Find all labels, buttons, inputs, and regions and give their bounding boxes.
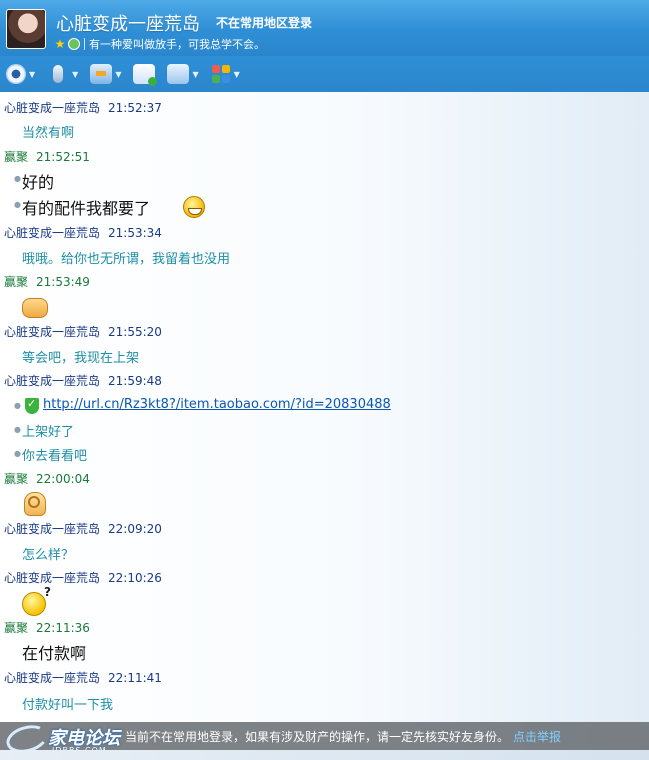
sender-name: 心脏变成一座荒岛 <box>4 571 101 585</box>
sender-name: 心脏变成一座荒岛 <box>4 374 101 388</box>
bullet-icon: ● <box>14 425 21 434</box>
apps-button[interactable]: ▼ <box>211 62 240 86</box>
grin-emoji <box>183 196 205 218</box>
message-time: 21:53:49 <box>36 275 90 289</box>
message-text: 当然有啊 <box>22 126 75 141</box>
chat-toolbar: ▼ ▼ ▼ ▼ ▼ <box>0 56 649 92</box>
message-header: 心脏变成一座荒岛 22:11:41 <box>4 669 162 686</box>
chevron-down-icon[interactable]: ▼ <box>29 70 35 79</box>
message-link[interactable]: http://url.cn/Rz3kt8?/item.taobao.com/?i… <box>43 397 391 412</box>
bullet-icon: ● <box>14 401 21 410</box>
apps-icon <box>211 64 231 84</box>
sender-name: 赢聚 <box>4 150 29 164</box>
message-time: 22:09:20 <box>108 522 162 536</box>
message-text: 好的 <box>22 173 55 192</box>
report-link[interactable]: 点击举报 <box>513 728 561 745</box>
voice-call-button[interactable]: ▼ <box>47 62 78 86</box>
video-camera-icon <box>6 64 26 84</box>
security-notice-text: 当前不在常用地登录，如果有涉及财产的操作，请一定先核实好友身份。 <box>125 729 510 744</box>
message-header: 心脏变成一座荒岛 21:55:20 <box>4 323 162 340</box>
contact-avatar[interactable] <box>6 9 46 49</box>
sender-name: 心脏变成一座荒岛 <box>4 101 101 115</box>
chevron-down-icon[interactable]: ▼ <box>192 70 198 79</box>
status-row: ★ 有一种爱叫做放手，可我总学不会。 <box>54 36 265 52</box>
sender-name: 赢聚 <box>4 472 29 486</box>
sender-name: 赢聚 <box>4 621 29 635</box>
message-text: 上架好了 <box>22 425 75 440</box>
message-header: 心脏变成一座荒岛 21:59:48 <box>4 372 162 389</box>
shield-icon <box>25 397 39 414</box>
message-header: 心脏变成一座荒岛 21:52:37 <box>4 99 162 116</box>
chat-history[interactable]: 心脏变成一座荒岛 21:52:37 当然有啊 赢聚 21:52:51 ● 好的 ● … <box>0 92 649 760</box>
contact-signature: 有一种爱叫做放手，可我总学不会。 <box>89 38 265 51</box>
screen-share-icon <box>167 64 190 84</box>
new-message-button[interactable] <box>133 62 158 86</box>
bullet-icon: ● <box>14 174 21 183</box>
thinking-emoji <box>22 585 51 616</box>
message-time: 21:53:34 <box>108 226 162 240</box>
chevron-down-icon[interactable]: ▼ <box>72 70 78 79</box>
screen-share-button[interactable]: ▼ <box>167 62 199 86</box>
bottom-strip <box>0 750 649 760</box>
handshake-emoji <box>22 298 48 318</box>
microphone-icon <box>53 65 64 83</box>
login-location-warning: 不在常用地区登录 <box>216 16 313 30</box>
message-text: 等会吧，我现在上架 <box>22 351 140 366</box>
chevron-down-icon[interactable]: ▼ <box>234 70 240 79</box>
message-header: 赢聚 21:52:51 <box>4 148 90 165</box>
message-header: 心脏变成一座荒岛 22:09:20 <box>4 520 162 537</box>
sender-name: 心脏变成一座荒岛 <box>4 522 101 536</box>
file-transfer-button[interactable]: ▼ <box>90 62 121 86</box>
new-message-icon <box>133 64 158 86</box>
message-header: 赢聚 22:11:36 <box>4 619 90 636</box>
message-time: 21:52:51 <box>36 150 90 164</box>
divider <box>84 38 85 50</box>
message-time: 21:55:20 <box>108 325 162 339</box>
status-icon[interactable] <box>68 38 80 50</box>
message-text: 付款好叫一下我 <box>22 698 114 713</box>
bullet-icon: ● <box>14 200 21 209</box>
star-icon[interactable]: ★ <box>54 38 66 50</box>
bullet-icon: ● <box>14 449 21 458</box>
message-text: 你去看看吧 <box>22 449 88 464</box>
sender-name: 心脏变成一座荒岛 <box>4 671 101 685</box>
message-header: 心脏变成一座荒岛 21:53:34 <box>4 224 162 241</box>
message-text: 怎么样？ <box>22 548 75 563</box>
chat-window-header: 心脏变成一座荒岛 不在常用地区登录 ★ 有一种爱叫做放手，可我总学不会。 <box>0 0 649 56</box>
message-text: 哦哦。给你也无所谓，我留着也没用 <box>22 252 231 267</box>
message-time: 21:59:48 <box>108 374 162 388</box>
video-call-button[interactable]: ▼ <box>6 62 35 86</box>
message-time: 22:00:04 <box>36 472 90 486</box>
message-time: 22:11:41 <box>108 671 162 685</box>
chevron-down-icon[interactable]: ▼ <box>115 70 121 79</box>
message-time: 22:10:26 <box>108 571 162 585</box>
message-time: 21:52:37 <box>108 101 162 115</box>
sender-name: 赢聚 <box>4 275 29 289</box>
contact-name[interactable]: 心脏变成一座荒岛 <box>56 10 200 36</box>
message-header: 赢聚 21:53:49 <box>4 273 90 290</box>
message-text: 在付款啊 <box>22 644 87 663</box>
sender-name: 心脏变成一座荒岛 <box>4 325 101 339</box>
message-time: 22:11:36 <box>36 621 90 635</box>
message-header: 赢聚 22:00:04 <box>4 470 90 487</box>
message-text: 有的配件我都要了 <box>22 199 151 218</box>
ok-hand-emoji <box>24 492 46 516</box>
sender-name: 心脏变成一座荒岛 <box>4 226 101 240</box>
file-transfer-icon <box>90 64 113 84</box>
message-header: 心脏变成一座荒岛 22:10:26 <box>4 569 162 586</box>
